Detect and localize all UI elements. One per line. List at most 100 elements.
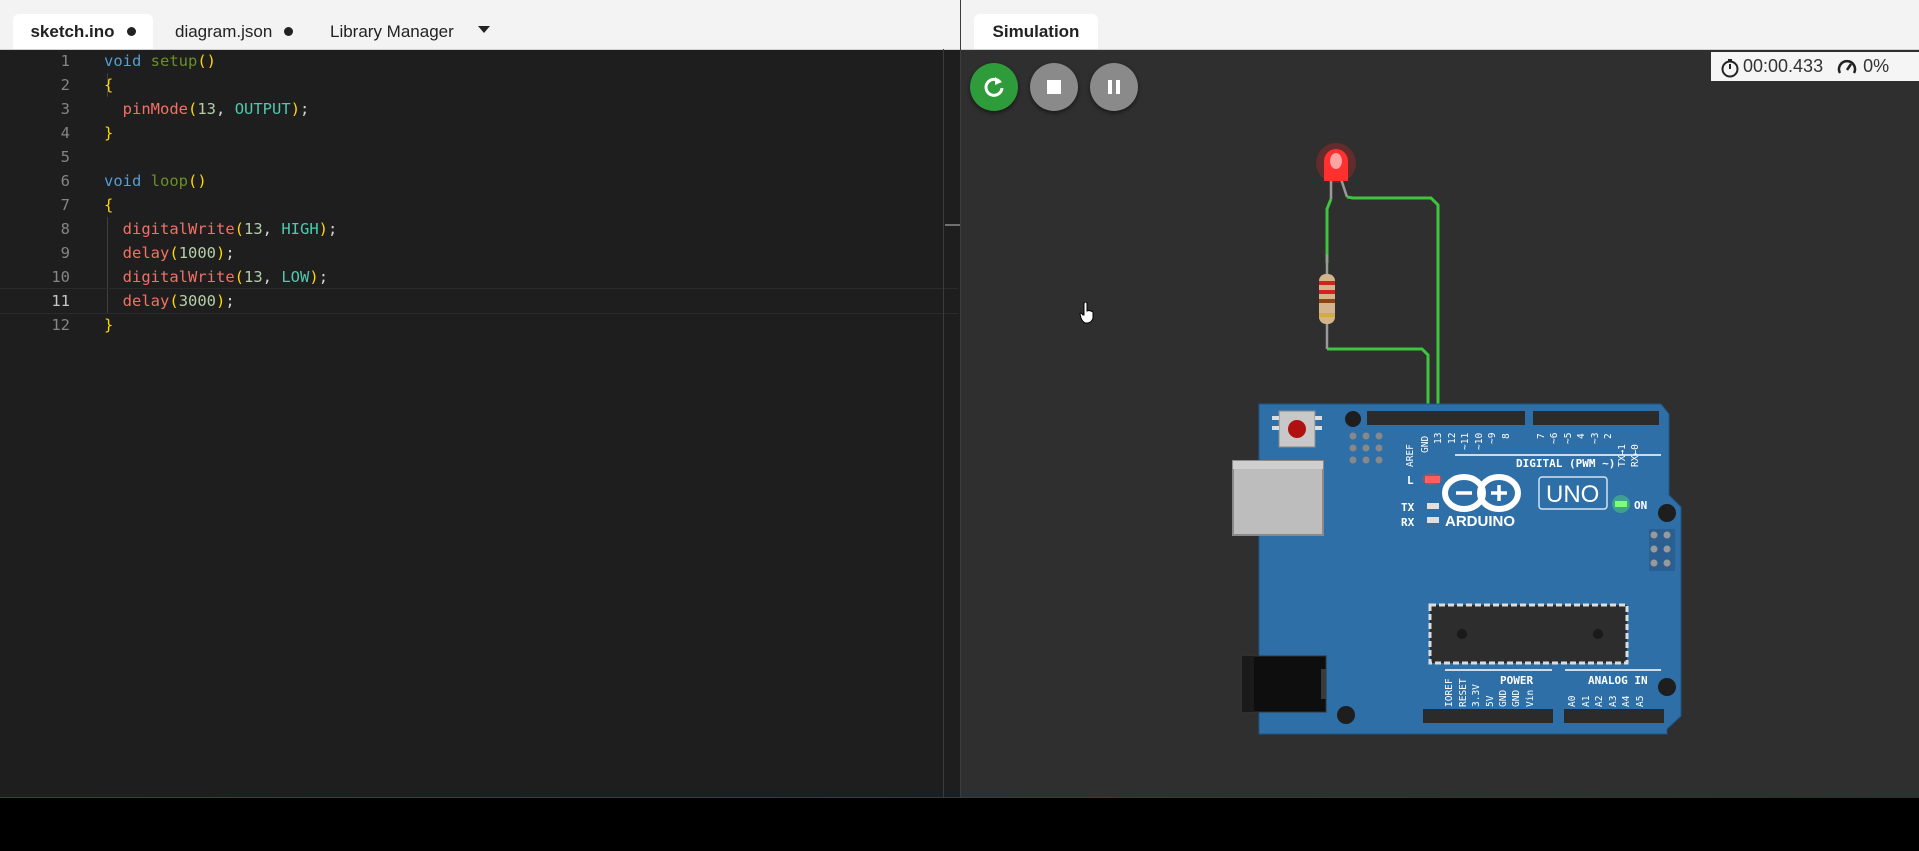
pin-label: TX→1: [1617, 444, 1628, 467]
code-line: 4 }: [0, 121, 958, 145]
pin-label: GND: [1498, 690, 1509, 707]
code-line: 5: [0, 145, 958, 169]
pin-label: 8: [1501, 433, 1512, 439]
line-number: 5: [60, 148, 70, 166]
power-header[interactable]: [1423, 709, 1553, 723]
line-number: 10: [51, 268, 70, 286]
rx-led: [1427, 517, 1439, 523]
simulation-tabbar: Simulation: [961, 0, 1919, 50]
line-number: 8: [60, 220, 70, 238]
code-line: 8 digitalWrite(13, HIGH);: [0, 217, 958, 241]
resistor[interactable]: [1319, 254, 1335, 349]
reset-button[interactable]: [1272, 410, 1322, 448]
vertical-scrollbar[interactable]: [943, 49, 944, 797]
scroll-position-marker: [945, 224, 960, 226]
circuit-canvas[interactable]: DIGITAL (PWM ~) ARDUINO UNO ON L TX RX P…: [961, 49, 1919, 797]
code-text: }: [104, 124, 114, 142]
pin-label: ~11: [1460, 433, 1471, 450]
pin-label: IOREF: [1444, 678, 1455, 707]
line-number: 3: [60, 100, 70, 118]
power-jack: [1241, 655, 1327, 713]
l-label: L: [1407, 474, 1414, 487]
editor-pane: sketch.ino diagram.json Library Manager …: [0, 0, 961, 797]
pin-label: A1: [1581, 695, 1592, 707]
uno-model-text: UNO: [1546, 481, 1599, 508]
analog-header[interactable]: [1564, 709, 1664, 723]
pin-label: A0: [1567, 695, 1578, 707]
code-line: 6 void loop(): [0, 169, 958, 193]
pin-label: A4: [1621, 695, 1632, 707]
wire-led-to-gnd[interactable]: [1346, 195, 1440, 409]
line-number: 9: [60, 244, 70, 262]
digital-header-left[interactable]: [1367, 411, 1525, 425]
tab-library-manager[interactable]: Library Manager: [330, 14, 454, 49]
code-text: {: [104, 196, 114, 214]
pin-label: AREF: [1405, 444, 1416, 467]
pin-label: 12: [1447, 433, 1458, 444]
tab-simulation[interactable]: Simulation: [974, 14, 1098, 49]
usb-connector: [1232, 460, 1324, 536]
pin-label: A2: [1594, 696, 1605, 707]
code-text: delay(1000);: [122, 244, 235, 262]
icsp-header-right: [1649, 529, 1675, 571]
code-editor[interactable]: 1 void setup() 2 { 3 pinMode(13, OUTPUT)…: [0, 49, 960, 797]
simulation-pane: Simulation 00:00.433 0% DIGITAL (PWM ~) …: [961, 0, 1919, 797]
pin-label: Vin: [1525, 690, 1536, 707]
code-text: digitalWrite(13, HIGH);: [122, 220, 338, 238]
icsp-header: [1349, 432, 1383, 464]
pin-label: GND: [1420, 436, 1431, 453]
pin-label: 13: [1433, 433, 1444, 444]
line-number: 2: [60, 76, 70, 94]
pin-label: 2: [1603, 433, 1614, 439]
led-red[interactable]: [1316, 143, 1356, 199]
pin-label: 3.3V: [1471, 684, 1482, 707]
pin-label: ~10: [1474, 433, 1485, 450]
pin-label: A3: [1608, 696, 1619, 707]
arduino-uno-board[interactable]: DIGITAL (PWM ~) ARDUINO UNO ON L TX RX P…: [1232, 403, 1682, 735]
tab-sketch-ino[interactable]: sketch.ino: [13, 14, 153, 49]
line-number: 7: [60, 196, 70, 214]
code-line: 9 delay(1000);: [0, 241, 958, 265]
editor-tabbar: sketch.ino diagram.json Library Manager: [0, 0, 960, 50]
modified-dot-icon: [126, 27, 136, 36]
line-number: 11: [51, 292, 70, 310]
tx-label: TX: [1401, 501, 1415, 514]
pin-label: 4: [1576, 433, 1587, 439]
code-text: void loop(): [104, 172, 207, 190]
code-text: }: [104, 316, 114, 334]
power-label: POWER: [1500, 674, 1533, 687]
digital-label: DIGITAL (PWM ~): [1516, 457, 1615, 470]
app-window: sketch.ino diagram.json Library Manager …: [0, 0, 1919, 798]
modified-dot-icon: [284, 27, 294, 36]
code-line-current: 11 delay(3000);: [0, 288, 958, 314]
pin-label: A5: [1635, 696, 1646, 707]
tab-label: Library Manager: [330, 21, 454, 41]
atmega-chip: [1428, 603, 1629, 665]
tx-led: [1427, 503, 1439, 509]
hand-cursor-icon: [1079, 302, 1094, 324]
tab-label: sketch.ino: [30, 21, 115, 41]
code-line: 1 void setup(): [0, 49, 958, 73]
arduino-brand-text: ARDUINO: [1445, 513, 1515, 530]
wire-led-to-resistor[interactable]: [1325, 198, 1333, 263]
code-text: digitalWrite(13, LOW);: [122, 268, 329, 286]
pin-label: RESET: [1458, 678, 1469, 707]
tab-label: diagram.json: [175, 21, 273, 41]
code-text: void setup(): [104, 52, 217, 70]
tab-diagram-json[interactable]: diagram.json: [175, 14, 294, 49]
pin-label: ~5: [1563, 433, 1574, 444]
digital-header-right[interactable]: [1533, 411, 1659, 425]
code-line: 12 }: [0, 313, 958, 337]
tabs-dropdown-icon[interactable]: [478, 26, 490, 33]
power-on-led: [1612, 495, 1630, 513]
on-label: ON: [1634, 499, 1647, 512]
code-line: 7 {: [0, 193, 958, 217]
wire-resistor-to-pin13[interactable]: [1327, 347, 1430, 409]
code-line: 2 {: [0, 73, 958, 97]
analog-in-label: ANALOG IN: [1588, 674, 1648, 687]
led-l-indicator: [1422, 473, 1442, 485]
rx-label: RX: [1401, 516, 1415, 529]
code-text: pinMode(13, OUTPUT);: [122, 100, 310, 118]
pin-label: ~3: [1590, 433, 1601, 444]
pin-label: RX←0: [1630, 444, 1641, 467]
